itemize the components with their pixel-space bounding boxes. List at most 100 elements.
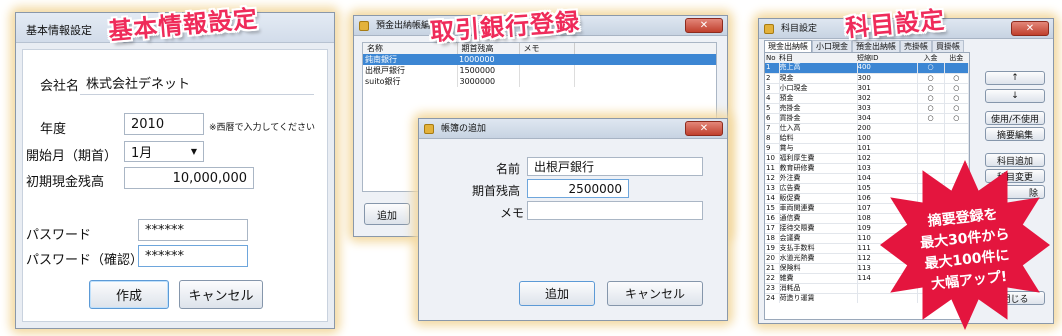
cell-name: 販促費	[779, 193, 858, 203]
cell-out	[944, 63, 969, 73]
basic-info-window: 基本情報設定 会社名 株式会社デネット 年度 2010 ※西暦で入力してください…	[15, 12, 335, 329]
opening-cash-input[interactable]: 10,000,000	[124, 167, 254, 189]
table-row[interactable]: 5 売掛金 303 ○ ○	[765, 103, 969, 113]
tab-receivable[interactable]: 売掛帳	[900, 40, 932, 52]
cell-name: 水道光熱費	[779, 253, 858, 263]
move-down-button[interactable]: ↓	[985, 89, 1045, 103]
cell-name: 保険料	[779, 263, 858, 273]
tab-cash[interactable]: 現金出納帳	[764, 40, 812, 52]
cell-name: 給料	[779, 133, 858, 143]
cell-no: 1	[765, 63, 780, 73]
bank-table: 名称 期首残高 メモ 鈍南銀行 1000000 出根戸銀行 1500000 su…	[363, 43, 716, 87]
cell-no: 22	[765, 273, 780, 283]
balance-cell: 1000000	[459, 55, 495, 64]
cell-name: 小口現金	[779, 83, 858, 93]
memo-cell	[519, 54, 574, 65]
cell-out: ○	[944, 93, 969, 103]
password-input[interactable]: ******	[138, 219, 248, 241]
cell-no: 17	[765, 223, 780, 233]
memo-input[interactable]	[527, 201, 703, 220]
cancel-button[interactable]: キャンセル	[179, 280, 263, 309]
cell-name: 広告費	[779, 183, 858, 193]
cell-id: 102	[857, 153, 918, 163]
cell-name: 売掛金	[779, 103, 858, 113]
table-row[interactable]: 4 預金 302 ○ ○	[765, 93, 969, 103]
column-header[interactable]: No	[765, 53, 779, 63]
bank-name-cell: suito銀行	[363, 76, 458, 87]
table-row[interactable]: 9 賞与 101	[765, 143, 969, 153]
cell-no: 19	[765, 243, 780, 253]
cell-name: 雑費	[779, 273, 858, 283]
add-button[interactable]: 追加	[519, 281, 595, 306]
cell-name: 車両関連費	[779, 203, 858, 213]
column-header[interactable]: メモ	[519, 43, 575, 54]
company-name-input[interactable]: 株式会社デネット	[80, 71, 314, 95]
cell-name: 現金	[779, 73, 858, 83]
year-input[interactable]: 2010	[124, 113, 204, 135]
column-header[interactable]: 短縮ID	[857, 53, 917, 63]
cell-name: 預金	[779, 93, 858, 103]
table-row[interactable]: 11 教育研修費 103	[765, 163, 969, 173]
balance-cell: 1500000	[457, 65, 520, 76]
arrow-up-icon: ↑	[1011, 73, 1019, 83]
cell-in: ○	[917, 83, 945, 93]
cell-no: 12	[765, 173, 780, 183]
column-header[interactable]: 科目	[779, 53, 857, 63]
memo-cell	[519, 76, 575, 87]
cell-no: 14	[765, 193, 780, 203]
table-row[interactable]: 3 小口現金 301 ○ ○	[765, 83, 969, 93]
start-month-select[interactable]: 1月 ▼	[124, 141, 204, 162]
balance-input[interactable]: 2500000	[527, 179, 629, 198]
table-row[interactable]: 出根戸銀行 1500000	[363, 65, 716, 76]
edit-memo-button[interactable]: 摘要編集	[985, 127, 1045, 141]
cell-out: ○	[944, 73, 969, 83]
close-button[interactable]: ✕	[685, 18, 723, 33]
close-button[interactable]: ✕	[685, 121, 723, 136]
table-row[interactable]: 8 給料 100	[765, 133, 969, 143]
cell-name: 買掛金	[779, 113, 858, 123]
add-bank-button[interactable]: 追加	[364, 203, 410, 225]
cell-no: 24	[765, 293, 780, 303]
tab-payable[interactable]: 買掛帳	[932, 40, 964, 52]
table-row[interactable]: 6 買掛金 304 ○ ○	[765, 113, 969, 123]
cell-in	[917, 163, 945, 173]
cell-id: 400	[857, 63, 918, 73]
add-account-button[interactable]: 科目追加	[985, 153, 1045, 167]
company-label: 会社名	[40, 79, 80, 94]
table-row[interactable]: 鈍南銀行 1000000	[363, 54, 716, 65]
window-app-icon	[424, 124, 434, 134]
toggle-use-button[interactable]: 使用/不使用	[985, 111, 1045, 125]
cell-out: ○	[944, 83, 969, 93]
cancel-button[interactable]: キャンセル	[607, 281, 703, 306]
table-row[interactable]: 1 売上高 400 ○	[765, 63, 969, 73]
table-row[interactable]: 2 現金 300 ○ ○	[765, 73, 969, 83]
cell-no: 15	[765, 203, 780, 213]
cell-no: 2	[765, 73, 780, 83]
create-button[interactable]: 作成	[89, 280, 169, 309]
move-up-button[interactable]: ↑	[985, 71, 1045, 85]
column-header[interactable]: 出金	[944, 53, 969, 63]
table-row[interactable]: 10 福利厚生費 102	[765, 153, 969, 163]
tab-strip: 現金出納帳 小口現金 預金出納帳 売掛帳 買掛帳	[764, 40, 964, 52]
start-month-label: 開始月（期首）	[26, 149, 118, 164]
cell-no: 16	[765, 213, 780, 223]
table-row[interactable]: 7 仕入高 200	[765, 123, 969, 133]
memo-cell	[519, 65, 575, 76]
table-row[interactable]: suito銀行 3000000	[363, 76, 716, 87]
cell-out	[944, 133, 969, 143]
cell-no: 6	[765, 113, 780, 123]
cell-id: 300	[857, 73, 918, 83]
name-input[interactable]: 出根戸銀行	[527, 157, 703, 176]
window-title: 基本情報設定	[26, 24, 92, 37]
cell-id: 302	[857, 93, 918, 103]
window-app-icon	[359, 21, 369, 31]
password-confirm-input[interactable]: ******	[138, 245, 248, 267]
close-button[interactable]: ✕	[1011, 21, 1049, 36]
window-title: 科目設定	[781, 24, 818, 34]
opening-cash-label: 初期現金残高	[26, 175, 105, 190]
cell-name: 消耗品	[779, 283, 858, 293]
cell-in: ○	[917, 103, 945, 113]
column-header[interactable]: 入金	[917, 53, 944, 63]
cell-id: 101	[857, 143, 918, 153]
cell-id: 303	[857, 103, 918, 113]
